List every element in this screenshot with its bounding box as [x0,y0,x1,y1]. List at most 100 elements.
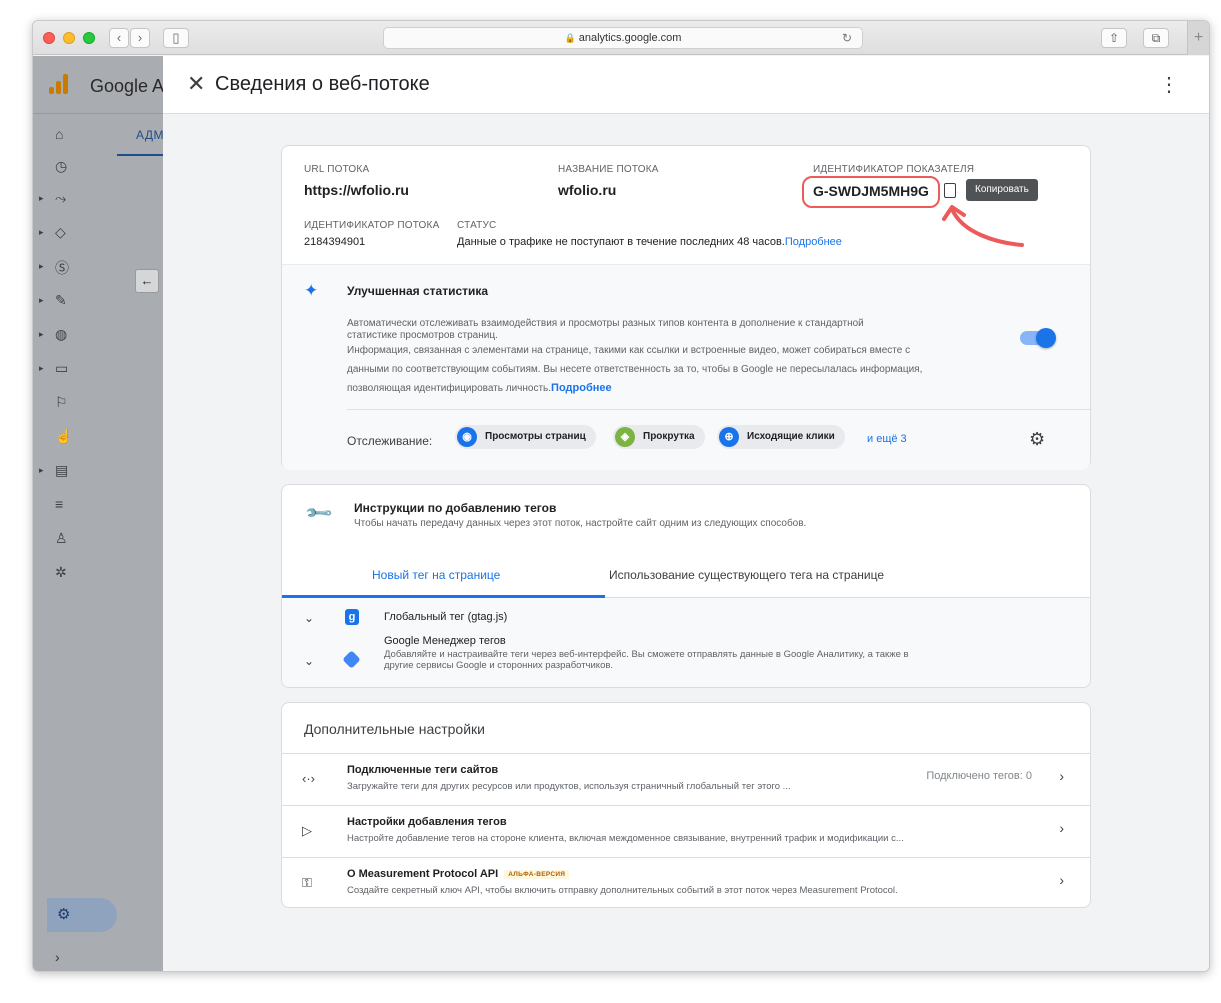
additional-settings-card: Дополнительные настройки ‹·› Подключенны… [281,702,1091,908]
clock-icon: ◷ [55,158,68,174]
status-value: Данные о трафике не поступают в течение … [457,236,842,248]
rail-flag[interactable]: ⚐ [33,392,113,416]
chip-outbound-clicks[interactable]: ⊕ Исходящие клики [717,425,845,449]
rail-touch[interactable]: ☝ [33,426,113,450]
gtm-desc-line-1: Добавляйте и настраивайте теги через веб… [384,649,909,660]
key-icon: ⚿ [302,875,312,890]
enhanced-line-3: Информация, связанная с элементами на ст… [347,345,911,356]
chip-label: Прокрутка [643,431,695,442]
row-description: Настройте добавление тегов на стороне кл… [347,833,904,844]
tag-icon: ◇ [55,224,66,240]
sidebar-toggle-icon[interactable]: ▯ [163,28,189,48]
status-more-link[interactable]: Подробнее [785,236,842,248]
tracking-label: Отслеживание: [347,434,433,448]
close-window-button[interactable] [43,32,55,44]
list-item-gtag[interactable]: ⌄ g Глобальный тег (gtag.js) [282,598,1090,636]
caret-icon: ▸ [39,295,44,305]
rail-home[interactable]: ⌂ [33,124,113,148]
chevron-right-icon[interactable]: › [1059,872,1064,888]
row-tagging-settings[interactable]: ▷ Настройки добавления тегов Настройте д… [282,805,1090,857]
list-item-gtm[interactable]: ⌄ Google Менеджер тегов Добавляйте и нас… [282,635,1090,687]
reload-icon[interactable]: ↻ [842,28,852,48]
dollar-icon: Ⓢ [55,260,69,276]
caret-icon: ▸ [39,329,44,339]
row-description: Загружайте теги для других ресурсов или … [347,781,791,792]
address-bar[interactable]: 🔒 analytics.google.com ↻ [383,27,863,49]
admin-gear-icon[interactable]: ⚙ [47,898,117,932]
explore-icon: ⤳ [55,190,67,206]
chip-page-views[interactable]: ◉ Просмотры страниц [455,425,596,449]
share-icon[interactable]: ⇧ [1101,28,1127,48]
rail-tags[interactable]: ▸ ◇ [33,222,113,246]
gtm-name: Google Менеджер тегов [384,635,506,647]
analytics-logo [49,74,69,94]
measurement-id-value[interactable]: G-SWDJM5MH9G [813,183,929,199]
row-title-wrap: О Measurement Protocol API АЛЬФА-ВЕРСИЯ [347,868,570,880]
tab-new-tag[interactable]: Новый тег на странице [372,568,500,582]
collapse-arrow-icon[interactable]: ← [135,269,159,293]
screen-icon: ▭ [55,360,69,376]
row-connected-site-tags[interactable]: ‹·› Подключенные теги сайтов Загружайте … [282,753,1090,805]
row-title: Настройки добавления тегов [347,816,507,828]
row-measurement-protocol[interactable]: ⚿ О Measurement Protocol API АЛЬФА-ВЕРСИЯ… [282,857,1090,907]
chip-label: Исходящие клики [747,431,835,442]
tab-existing-tag[interactable]: Использование существующего тега на стра… [609,568,884,582]
caret-icon: ▸ [39,261,44,271]
enhanced-toggle[interactable] [1020,328,1056,348]
forward-icon[interactable]: › [130,28,150,48]
rail-debug[interactable]: ✲ [33,562,113,586]
gear-icon[interactable]: ⚙ [1029,429,1045,450]
row-title: О Measurement Protocol API [347,868,499,880]
stream-id-value: 2184394901 [304,236,366,248]
enhanced-line-5-wrap: позволяющая идентифицировать личность.По… [347,380,1027,397]
stream-name-label: Название потока [558,164,659,175]
bug-icon: ✲ [55,564,67,580]
rail-reports[interactable]: ◷ [33,156,113,180]
analytics-background: Google A ⌂ ◷ ▸ ⤳ ▸ ◇ ▸ Ⓢ ▸ ✎ ▸ ◍ ▸ ▭ ⚐ ☝ ▸ ▤ ≡ … [33,56,165,971]
tagging-tabs: Новый тег на странице Использование суще… [282,553,1090,598]
chevron-right-icon[interactable]: › [1059,768,1064,784]
analytics-header: Google A [33,56,165,114]
people-icon: ♙ [55,530,68,546]
row-description: Создайте секретный ключ API, чтобы включ… [347,885,898,896]
zoom-window-button[interactable] [83,32,95,44]
new-tab-icon[interactable]: + [1187,21,1209,55]
chevron-right-icon[interactable]: › [1059,820,1064,836]
minimize-window-button[interactable] [63,32,75,44]
rail-configure[interactable]: ▸ ✎ [33,290,113,314]
copy-icon[interactable] [944,183,956,198]
rail-globe[interactable]: ▸ ◍ [33,324,113,348]
chevron-down-icon[interactable]: ⌄ [304,654,314,668]
admin-tab[interactable]: АДМ [136,128,164,142]
wrench-icon: 🔧 [303,498,334,529]
mouse-icon: ⊕ [719,427,739,447]
rail-explore[interactable]: ▸ ⤳ [33,188,113,212]
caret-icon: ▸ [39,193,44,203]
chip-scroll[interactable]: ◈ Прокрутка [613,425,705,449]
browser-toolbar: ‹ › ▯ 🔒 analytics.google.com ↻ ⇧ ⧉ + [33,21,1209,55]
more-events-link[interactable]: и ещё 3 [867,433,907,445]
caret-icon: ▸ [39,465,44,475]
close-icon[interactable]: ✕ [187,71,205,97]
rail-list[interactable]: ≡ [33,494,113,518]
rail-monetization[interactable]: ▸ Ⓢ [33,256,113,280]
divider [347,409,1092,410]
expand-rail-icon[interactable]: › [55,949,60,965]
globe-icon: ◍ [55,326,68,342]
rail-devices[interactable]: ▸ ▭ [33,358,113,382]
toggle-knob [1036,328,1056,348]
rail-report[interactable]: ▸ ▤ [33,460,113,484]
analytics-title: Google A [90,76,165,96]
alpha-badge: АЛЬФА-ВЕРСИЯ [504,869,570,879]
enhanced-title: Улучшенная статистика [347,284,489,298]
browser-window: ‹ › ▯ 🔒 analytics.google.com ↻ ⇧ ⧉ + Goog… [32,20,1210,972]
back-icon[interactable]: ‹ [109,28,129,48]
enhanced-line-5: позволяющая идентифицировать личность. [347,383,552,394]
enhanced-more-link[interactable]: Подробнее [551,382,612,394]
chevron-down-icon[interactable]: ⌄ [304,611,314,625]
more-vert-icon[interactable]: ⋮ [1159,72,1179,97]
rail-people[interactable]: ♙ [33,528,113,552]
sparkle-icon: ✦ [304,281,319,300]
enhanced-description: Автоматически отслеживать взаимодействия… [347,315,1027,397]
tabs-overview-icon[interactable]: ⧉ [1143,28,1169,48]
